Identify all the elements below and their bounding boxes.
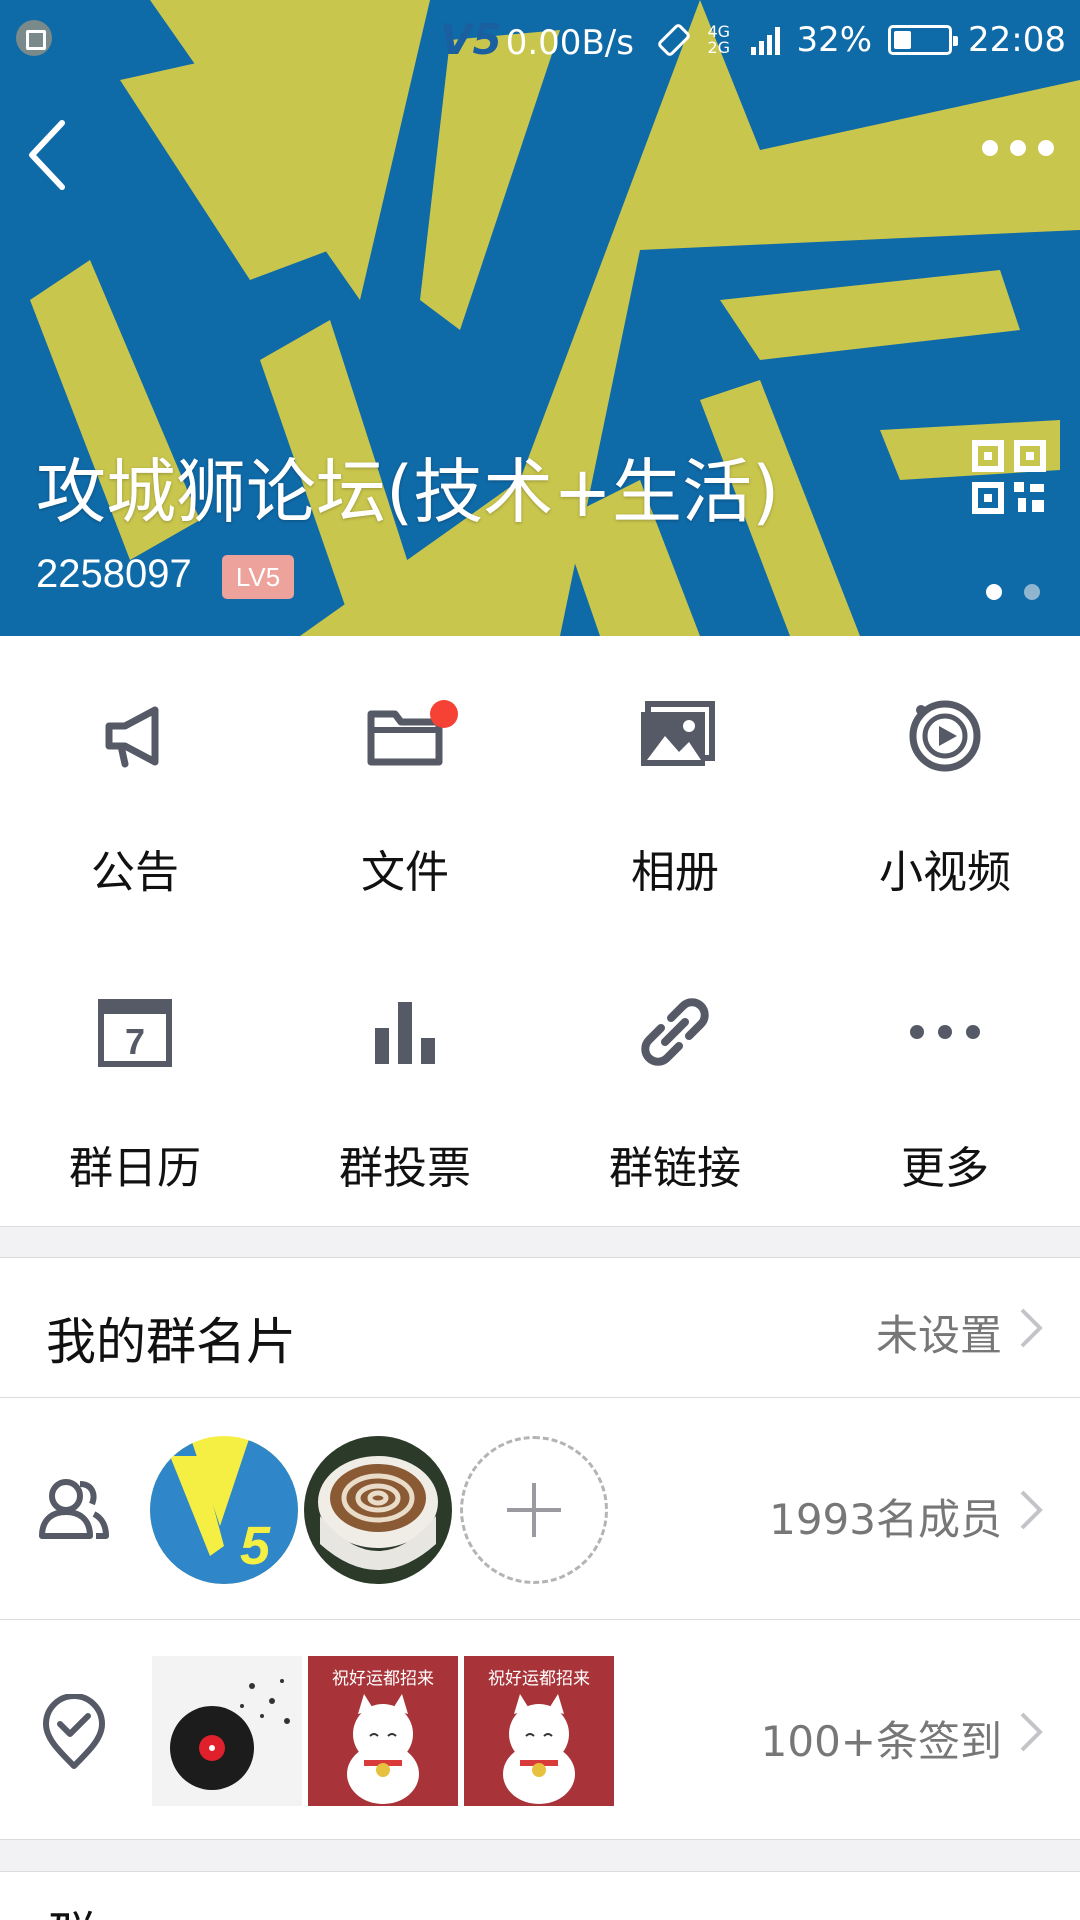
svg-text:5: 5 <box>240 1516 271 1576</box>
files-notification-badge <box>430 700 458 728</box>
clock: 22:08 <box>968 20 1066 60</box>
more-options-button[interactable] <box>982 140 1054 156</box>
battery-percent: 32% <box>796 20 873 60</box>
section-divider <box>0 1840 1080 1872</box>
group-cover-image <box>0 0 1080 636</box>
group-logo-avatar-image: 5 <box>150 1436 298 1584</box>
feature-label: 小视频 <box>879 847 1011 898</box>
member-count: 1993名成员 <box>769 1495 1002 1544</box>
feature-short-video[interactable]: 小视频 <box>810 636 1080 898</box>
feature-label: 更多 <box>901 1143 989 1194</box>
my-group-card-row[interactable]: 我的群名片 未设置 <box>0 1258 1080 1398</box>
feature-announcement[interactable]: 公告 <box>0 636 270 898</box>
signin-count: 100+条签到 <box>760 1717 1002 1766</box>
chevron-right-icon <box>1020 1308 1043 1348</box>
bar-chart-icon <box>375 1002 435 1064</box>
feature-label: 群日历 <box>69 1143 201 1194</box>
qr-code-icon[interactable] <box>972 440 1046 514</box>
vinyl-record-image <box>152 1656 302 1806</box>
back-arrow-icon[interactable] <box>22 115 78 195</box>
v5-watermark-logo: V5 <box>440 15 502 64</box>
network-speed: V5 0.00B/s <box>440 15 634 64</box>
photo-album-icon <box>641 701 715 766</box>
screenshot-notification-icon <box>16 20 52 56</box>
feature-group-vote[interactable]: 群投票 <box>270 932 540 1194</box>
network-speed-text: 0.00B/s <box>505 23 634 63</box>
my-group-card-value: 未设置 <box>875 1311 1002 1360</box>
lucky-cat-image: 祝好运都招来 <box>464 1656 614 1806</box>
lucky-cat-caption: 祝好运都招来 <box>332 1669 434 1689</box>
feature-group-link[interactable]: 群链接 <box>540 932 810 1194</box>
feature-group-calendar[interactable]: 7 群日历 <box>0 932 270 1194</box>
lucky-cat-caption: 祝好运都招来 <box>488 1669 590 1689</box>
feature-label: 文件 <box>361 847 449 898</box>
members-icon <box>39 1479 109 1539</box>
feature-label: 相册 <box>631 847 719 898</box>
member-avatar[interactable] <box>304 1436 452 1584</box>
lucky-cat-image: 祝好运都招来 <box>308 1656 458 1806</box>
location-check-icon <box>43 1694 105 1769</box>
chevron-right-icon <box>1020 1490 1043 1530</box>
feature-grid: 公告 文件 相册 小视频 7 群日历 群投票 群链接 更多 <box>0 636 1080 1226</box>
chevron-right-icon <box>1020 1712 1043 1752</box>
coffee-cup-avatar-image <box>304 1436 452 1584</box>
battery-icon <box>888 25 959 55</box>
status-bar: V5 0.00B/s 4G 2G 32% 22:08 <box>0 0 1080 80</box>
video-play-icon <box>909 700 981 772</box>
rotation-lock-icon <box>658 24 691 56</box>
network-type: 4G 2G <box>707 24 735 56</box>
group-banner[interactable]: V5 0.00B/s 4G 2G 32% 22:08 攻城狮论坛(技术+生活) 2… <box>0 0 1080 636</box>
group-id: 2258097 <box>36 552 192 596</box>
network-type-secondary: 2G <box>707 38 731 57</box>
feature-label: 群投票 <box>339 1143 471 1194</box>
feature-more[interactable]: 更多 <box>810 932 1080 1194</box>
invite-member-button[interactable] <box>460 1436 608 1584</box>
page-dot <box>1024 584 1040 600</box>
calendar-icon: 7 <box>98 999 172 1067</box>
group-signin-row[interactable]: 祝好运都招来 祝好运都招来 100+条签到 <box>0 1620 1080 1840</box>
page-dot <box>986 584 1002 600</box>
section-divider <box>0 1226 1080 1258</box>
my-group-card-title: 我的群名片 <box>46 1313 296 1371</box>
next-section-row[interactable]: 群… <box>0 1872 1080 1920</box>
link-icon <box>641 998 709 1066</box>
feature-album[interactable]: 相册 <box>540 636 810 898</box>
feature-label: 公告 <box>91 847 179 898</box>
signin-thumbnail[interactable]: 祝好运都招来 <box>464 1656 614 1806</box>
megaphone-icon <box>105 706 159 768</box>
signin-thumbnail[interactable] <box>152 1656 302 1806</box>
status-indicators: 4G 2G 32% 22:08 <box>657 18 1066 62</box>
plus-icon <box>507 1483 561 1537</box>
member-avatar[interactable]: 5 <box>150 1436 298 1584</box>
group-name: 攻城狮论坛(技术+生活) <box>36 451 780 533</box>
signal-strength-icon <box>751 25 781 55</box>
group-members-row[interactable]: 5 1993名成员 <box>0 1398 1080 1620</box>
banner-page-indicator <box>986 584 1040 600</box>
feature-files[interactable]: 文件 <box>270 636 540 898</box>
more-dots-icon <box>910 1025 980 1039</box>
group-level-badge: LV5 <box>222 555 294 599</box>
calendar-day-text: 7 <box>125 1021 145 1062</box>
feature-label: 群链接 <box>609 1143 741 1194</box>
next-section-title: 群… <box>46 1896 146 1920</box>
signin-thumbnail[interactable]: 祝好运都招来 <box>308 1656 458 1806</box>
